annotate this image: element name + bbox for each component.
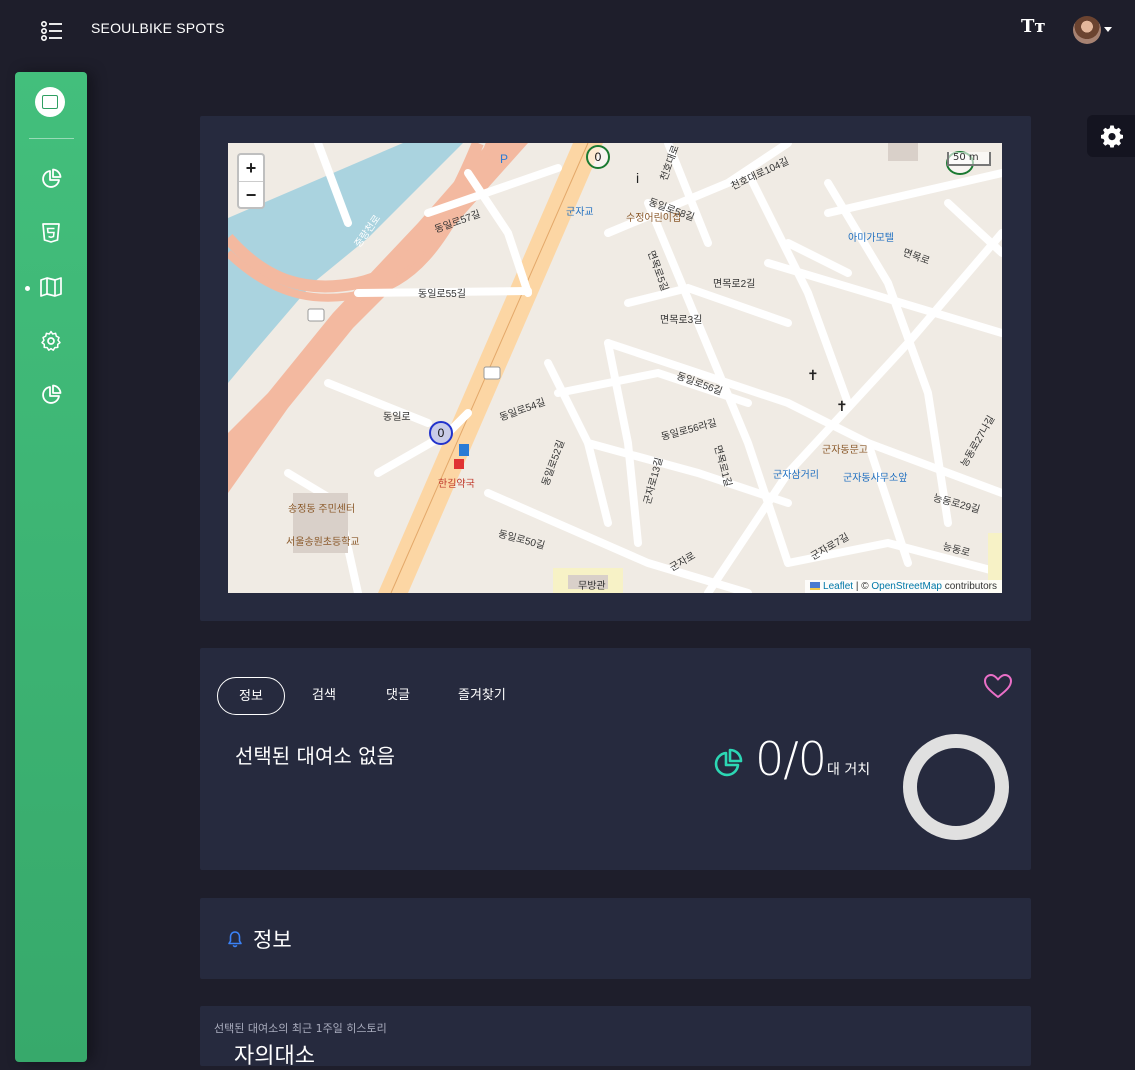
- poi-label: 수정어린이집: [626, 213, 682, 224]
- station-info-card: 정보 검색 댓글 즐겨찾기 선택된 대여소 없음 0/0 대 거치: [200, 648, 1031, 870]
- zoom-control: + −: [237, 153, 265, 209]
- svg-text:✝: ✝: [836, 398, 848, 414]
- map-card: P i ✝ ✝ 동일로55길 동일로57길 동일로58길 동일로 면목로 면목로…: [200, 116, 1031, 621]
- poi-label: 서울송원초등학교: [286, 537, 360, 548]
- attribution-suffix: contributors: [941, 581, 997, 592]
- poi-label: 한길약국: [438, 479, 475, 490]
- attribution-separator: | ©: [853, 581, 872, 592]
- pie-chart-icon: [714, 748, 743, 777]
- svg-text:P: P: [500, 152, 508, 166]
- sidebar-divider: [29, 138, 74, 139]
- settings-panel-toggle[interactable]: [1087, 115, 1135, 157]
- top-bar: SEOULBIKE SPOTS Tт: [0, 0, 1135, 60]
- poi-label: 군자동문고: [822, 445, 868, 456]
- poi-label: 군자동사무소앞: [843, 473, 908, 484]
- chevron-down-icon[interactable]: [1104, 27, 1112, 32]
- station-map[interactable]: P i ✝ ✝ 동일로55길 동일로57길 동일로58길 동일로 면목로 면목로…: [228, 143, 1002, 593]
- leaflet-link[interactable]: Leaflet: [823, 581, 853, 592]
- road-label: 동일로: [383, 412, 411, 423]
- bike-count-unit: 대 거치: [827, 762, 871, 778]
- poi-label: 군자교: [566, 207, 594, 218]
- station-cluster-marker[interactable]: 0: [586, 145, 610, 169]
- pie-chart-icon[interactable]: [39, 383, 63, 407]
- sidebar: [15, 72, 87, 1062]
- pie-chart-icon[interactable]: [39, 167, 63, 191]
- station-cluster-marker[interactable]: 0: [429, 421, 453, 445]
- occupancy-donut: [903, 734, 1009, 840]
- map-tiles[interactable]: P i ✝ ✝: [228, 143, 1002, 593]
- logo-mark: [42, 95, 58, 109]
- bike-station-logo[interactable]: [35, 87, 65, 117]
- brand-title: SEOULBIKE SPOTS: [91, 20, 225, 36]
- osm-link[interactable]: OpenStreetMap: [871, 581, 942, 592]
- poi-label: 송정동 주민센터: [288, 504, 356, 515]
- map-icon[interactable]: [39, 275, 63, 299]
- notice-card: 정보: [200, 898, 1031, 979]
- tab-comments[interactable]: 댓글: [386, 677, 410, 715]
- road-label: 면목로2길: [713, 279, 756, 290]
- bell-icon: [228, 931, 242, 948]
- list-menu-icon[interactable]: [40, 20, 64, 42]
- map-scale: 50 m: [947, 152, 991, 166]
- text-size-icon[interactable]: Tт: [1021, 16, 1046, 37]
- svg-text:✝: ✝: [807, 367, 819, 383]
- poi-label: 아미가모텔: [848, 233, 894, 244]
- poi-label: 군자삼거리: [773, 470, 819, 481]
- heart-icon[interactable]: [983, 673, 1013, 699]
- html5-icon[interactable]: [39, 221, 63, 245]
- road-label: 동일로55길: [418, 289, 466, 300]
- svg-text:i: i: [636, 170, 639, 186]
- history-subtitle: 선택된 대여소의 최근 1주일 히스토리: [214, 1022, 387, 1035]
- leaflet-flag-icon: [810, 582, 821, 591]
- station-name: 선택된 대여소 없음: [235, 744, 395, 768]
- tab-favorites[interactable]: 즐겨찾기: [458, 677, 506, 715]
- poi-label: 무방관: [578, 581, 606, 592]
- tab-search[interactable]: 검색: [312, 677, 336, 715]
- map-attribution: Leaflet | © OpenStreetMap contributors: [805, 580, 1002, 593]
- zoom-out-button[interactable]: −: [239, 181, 263, 208]
- active-indicator: [25, 286, 30, 291]
- gear-icon[interactable]: [39, 329, 63, 353]
- user-avatar[interactable]: [1073, 16, 1101, 44]
- road-label: 면목로3길: [660, 315, 703, 326]
- tab-info[interactable]: 정보: [217, 677, 285, 715]
- gear-icon: [1101, 125, 1123, 148]
- history-card: 선택된 대여소의 최근 1주일 히스토리 자의대소: [200, 1006, 1031, 1069]
- zoom-in-button[interactable]: +: [239, 155, 263, 181]
- notice-title: 정보: [253, 928, 292, 952]
- history-title: 자의대소: [234, 1044, 315, 1069]
- bike-count: 0/0: [755, 732, 827, 786]
